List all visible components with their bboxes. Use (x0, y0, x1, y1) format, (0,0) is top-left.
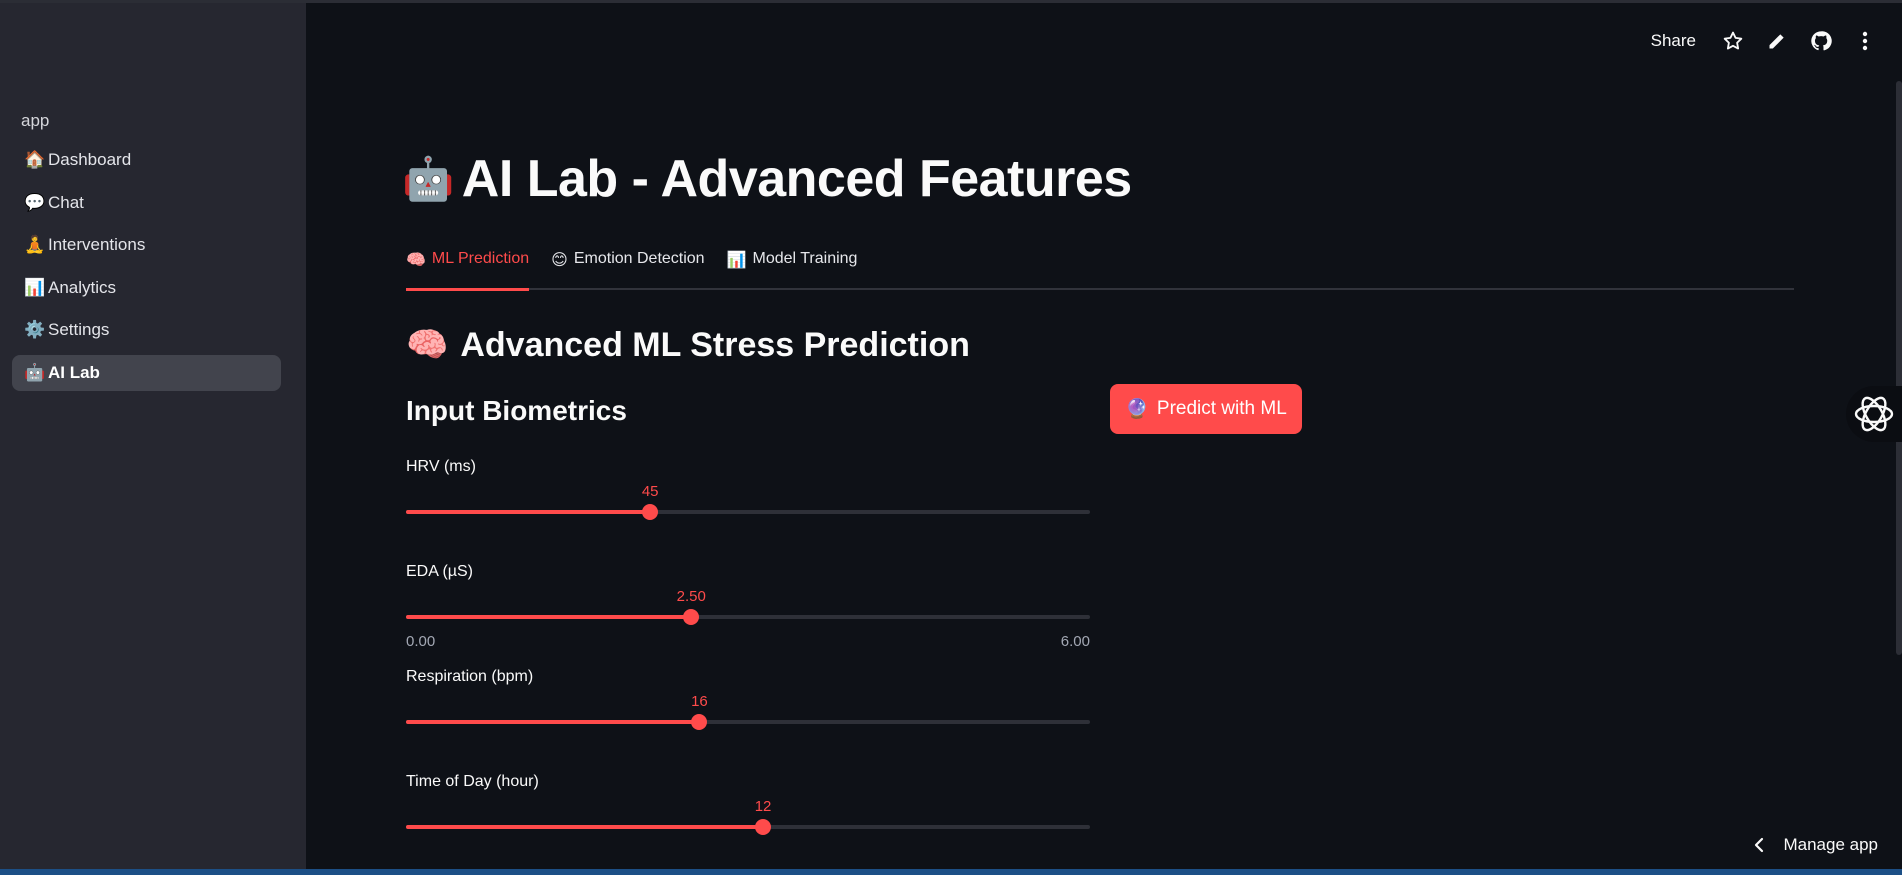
hrv-slider: HRV (ms) 45 (406, 458, 1090, 520)
sidebar-item-label: Interventions (48, 235, 146, 254)
slider-fill (406, 510, 651, 514)
tab-label: Model Training (752, 250, 858, 267)
eda-slider: EDA (µS) 2.50 0.00 6.00 (406, 563, 1090, 653)
sidebar-item-dashboard[interactable]: 🏠 Dashboard (12, 142, 281, 178)
slider-thumb[interactable] (755, 819, 772, 835)
main-content: 🤖 AI Lab - Advanced Features 🧠 ML Predic… (306, 3, 1902, 869)
scrollbar[interactable] (1896, 81, 1902, 655)
slider-label: Time of Day (hour) (406, 773, 539, 790)
sidebar-item-settings[interactable]: ⚙️ Settings (12, 312, 281, 348)
bar-chart-icon: 📊 (726, 252, 747, 269)
slider-thumb[interactable] (642, 504, 659, 520)
sidebar-item-label: Dashboard (48, 150, 132, 169)
tab-emotion-detection[interactable]: 😊 Emotion Detection (551, 240, 704, 290)
slider-thumb[interactable] (683, 609, 700, 625)
speech-bubble-icon: 💬 (24, 192, 46, 212)
robot-icon: 🤖 (402, 154, 454, 202)
github-icon[interactable] (1808, 28, 1834, 54)
slider-min-label: 0.00 (406, 633, 436, 650)
bar-chart-icon: 📊 (24, 277, 46, 297)
sidebar-item-ai-lab[interactable]: 🤖 AI Lab (12, 354, 281, 391)
meditation-icon: 🧘 (24, 235, 46, 254)
robot-icon: 🤖 (24, 362, 46, 382)
slider-fill (406, 825, 764, 829)
tab-model-training[interactable]: 📊 Model Training (727, 240, 858, 290)
section-title-text: Advanced ML Stress Prediction (460, 325, 970, 364)
slider-track[interactable] (406, 609, 1090, 625)
sidebar-item-label: Analytics (48, 277, 117, 297)
tab-bar: 🧠 ML Prediction 😊 Emotion Detection 📊 Mo… (406, 240, 1794, 291)
tab-label: ML Prediction (431, 250, 530, 267)
sidebar-item-interventions[interactable]: 🧘 Interventions (12, 227, 281, 263)
more-vertical-icon[interactable] (1852, 28, 1878, 54)
brain-icon: 🧠 (406, 326, 449, 364)
star-icon[interactable] (1720, 28, 1746, 54)
predict-button[interactable]: 🔮 Predict with ML (1110, 384, 1302, 434)
section-title: 🧠 Advanced ML Stress Prediction (406, 325, 970, 365)
tab-label: Emotion Detection (573, 250, 705, 267)
slider-value: 2.50 (676, 588, 706, 605)
manage-app-button[interactable]: Manage app (1753, 835, 1878, 855)
smiley-icon: 😊 (551, 252, 568, 269)
slider-value: 12 (754, 798, 772, 815)
assistant-widget[interactable] (1846, 386, 1902, 442)
slider-label: Respiration (bpm) (406, 668, 534, 685)
slider-track[interactable] (406, 714, 1090, 730)
sidebar-nav: 🏠 Dashboard 💬 Chat 🧘 Interventions 📊 Ana… (12, 142, 281, 397)
sidebar-item-analytics[interactable]: 📊 Analytics (12, 270, 281, 306)
app-name: app (21, 111, 50, 130)
slider-track[interactable] (406, 819, 1090, 835)
respiration-slider: Respiration (bpm) 16 (406, 668, 1090, 730)
sidebar: app 🏠 Dashboard 💬 Chat 🧘 Interventions 📊… (0, 3, 306, 869)
predict-button-label: Predict with ML (1156, 398, 1287, 419)
edit-icon[interactable] (1764, 28, 1790, 54)
chevron-left-icon (1755, 837, 1764, 853)
slider-fill (406, 720, 700, 724)
slider-thumb[interactable] (691, 714, 708, 730)
sidebar-item-chat[interactable]: 💬 Chat (12, 185, 281, 221)
slider-fill (406, 615, 692, 619)
slider-value: 16 (691, 693, 708, 710)
slider-max-label: 6.00 (1060, 633, 1090, 650)
bottom-border (0, 869, 1902, 875)
slider-track[interactable] (406, 504, 1090, 520)
share-button[interactable]: Share (1651, 31, 1696, 51)
openai-icon (1854, 396, 1894, 432)
sidebar-item-label: Settings (48, 320, 110, 339)
time-of-day-slider: Time of Day (hour) 12 (406, 773, 1090, 835)
slider-label: EDA (µS) (406, 563, 474, 580)
crystal-ball-icon: 🔮 (1125, 399, 1149, 420)
page-title: 🤖 AI Lab - Advanced Features (402, 149, 1132, 209)
subsection-title: Input Biometrics (406, 395, 627, 426)
header-toolbar: Share (1651, 28, 1878, 54)
brain-icon: 🧠 (406, 252, 426, 269)
house-icon: 🏠 (24, 150, 46, 169)
slider-value: 45 (641, 483, 659, 500)
manage-app-label: Manage app (1783, 835, 1878, 854)
sidebar-item-label: AI Lab (48, 362, 100, 382)
tab-ml-prediction[interactable]: 🧠 ML Prediction (406, 240, 530, 291)
gear-icon: ⚙️ (24, 320, 46, 339)
page-title-text: AI Lab - Advanced Features (461, 150, 1132, 208)
slider-label: HRV (ms) (406, 458, 476, 475)
sidebar-item-label: Chat (48, 192, 84, 212)
